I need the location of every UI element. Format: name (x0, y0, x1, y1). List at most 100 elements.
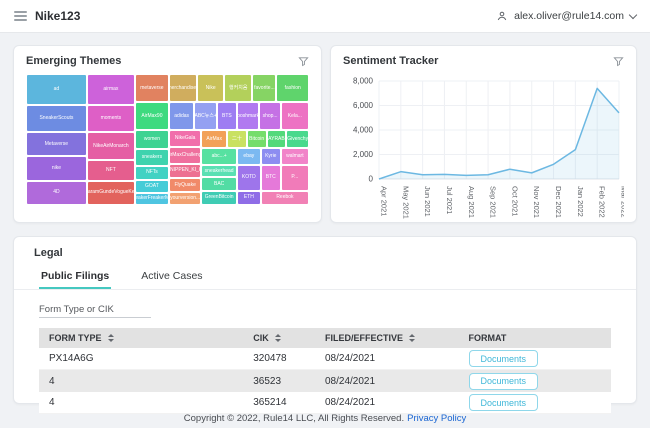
treemap-tile[interactable]: ebay (237, 148, 261, 165)
treemap-tile[interactable]: SneakerScouts (26, 105, 87, 132)
tab-public-filings[interactable]: Public Filings (39, 266, 111, 289)
cik-cell: 320478 (253, 353, 325, 364)
treemap-tile[interactable]: NFTs (135, 166, 169, 180)
emerging-themes-panel: Emerging Themes adSneakerScoutsMetaverse… (13, 45, 322, 223)
svg-text:Dec 2021: Dec 2021 (554, 186, 563, 218)
treemap-tile[interactable]: ABC뉴스+ (194, 102, 217, 130)
table-body: PX14A6G32047808/24/2021Documents43652308… (39, 348, 611, 414)
sentiment-tracker-panel: Sentiment Tracker 02,0004,0006,0008,000A… (330, 45, 637, 223)
column-header[interactable]: FILED/EFFECTIVE (325, 333, 469, 343)
treemap-tile[interactable]: sneakers (135, 149, 169, 166)
sentiment-chart-svg: 02,0004,0006,0008,000Apr 2021May 2021Jun… (343, 74, 624, 224)
treemap-tile[interactable]: favorite... (252, 74, 276, 102)
treemap-tile[interactable]: women (135, 130, 169, 148)
tab-active-cases[interactable]: Active Cases (139, 266, 204, 289)
cik-cell: 365214 (253, 397, 325, 408)
treemap-tile[interactable]: ad (26, 74, 87, 105)
treemap-tile[interactable]: 二十 (227, 130, 247, 148)
svg-text:8,000: 8,000 (353, 77, 374, 86)
documents-button[interactable]: Documents (469, 373, 539, 390)
filed-effective-cell: 08/24/2021 (325, 353, 469, 364)
treemap-tile[interactable]: Reebok (261, 191, 309, 205)
treemap-tile[interactable]: walmart (281, 148, 309, 165)
treemap-tile[interactable]: GOAT (135, 180, 169, 192)
brand-title: Nike123 (35, 9, 80, 23)
svg-text:6,000: 6,000 (353, 101, 374, 110)
treemap-tile[interactable]: nike (26, 156, 87, 181)
treemap-tile[interactable]: Kela... (281, 102, 309, 130)
filter-icon[interactable] (613, 56, 624, 67)
svg-text:Apr 2021: Apr 2021 (380, 186, 389, 216)
chevron-down-icon (629, 11, 637, 19)
treemap-tile[interactable]: sneakerhead (201, 165, 236, 177)
treemap-tile[interactable]: ETH (237, 191, 261, 205)
form-type-cik-input[interactable] (39, 302, 151, 318)
treemap-tile[interactable]: Givenchy (286, 130, 309, 148)
privacy-policy-link[interactable]: Privacy Policy (407, 413, 466, 424)
filed-effective-cell: 08/24/2021 (325, 376, 469, 387)
table-header-row: FORM TYPECIKFILED/EFFECTIVEFORMAT (39, 328, 611, 348)
svg-text:Feb 2022: Feb 2022 (598, 186, 607, 218)
treemap-tile[interactable]: NikeGala (169, 130, 202, 147)
treemap-tile[interactable]: 4D (26, 181, 87, 205)
form-type-cell: PX14A6G (49, 353, 253, 364)
svg-text:0: 0 (369, 175, 374, 184)
form-type-cell: 4 (49, 376, 253, 387)
treemap-tile[interactable]: P... (281, 165, 309, 191)
svg-text:2,000: 2,000 (353, 150, 374, 159)
treemap-tile[interactable]: metaverse (135, 74, 169, 102)
svg-text:Mar 2022: Mar 2022 (620, 186, 625, 218)
treemap-tile[interactable]: 행커치움 (224, 74, 252, 102)
column-header[interactable]: FORM TYPE (49, 333, 253, 343)
treemap-tile[interactable]: shop... (259, 102, 280, 130)
emerging-themes-title: Emerging Themes (26, 55, 121, 67)
treemap-tile[interactable]: airmax (87, 74, 135, 105)
svg-text:4,000: 4,000 (353, 126, 374, 135)
sort-icon (275, 334, 281, 342)
svg-text:Jan 2022: Jan 2022 (576, 186, 585, 217)
treemap-tile[interactable]: AirMax (201, 130, 226, 148)
treemap-tile[interactable]: Nike (197, 74, 224, 102)
svg-text:Sep 2021: Sep 2021 (489, 186, 498, 218)
treemap-tile[interactable]: SneakerFreakerMag (135, 193, 169, 205)
treemap-tile[interactable]: poshmark (237, 102, 260, 130)
treemap-tile[interactable]: KOTD (237, 165, 261, 191)
treemap-tile[interactable]: AYRAB (267, 130, 287, 148)
treemap-tile[interactable]: NikeAirMonarch (87, 132, 135, 160)
table-row: 43652308/24/2021Documents (39, 370, 611, 392)
treemap-tile[interactable]: BAC (201, 177, 236, 190)
treemap-tile[interactable]: moments (87, 105, 135, 132)
legal-tabs: Public Filings Active Cases (14, 266, 636, 290)
treemap-tile[interactable]: GreenBitcoin (201, 191, 236, 205)
sort-icon (108, 334, 114, 342)
svg-text:Jul 2021: Jul 2021 (445, 186, 454, 214)
treemap-tile[interactable]: merchandises (169, 74, 197, 102)
topbar: Nike123 alex.oliver@rule14.com (0, 0, 650, 33)
treemap-tile[interactable]: NFT (87, 160, 135, 180)
treemap-tile[interactable]: Kyrie (261, 148, 281, 165)
treemap-tile[interactable]: yourversion... (169, 192, 202, 205)
column-header[interactable]: CIK (253, 333, 325, 343)
treemap-tile[interactable]: KaramGundeVogueKen (87, 181, 135, 205)
themes-treemap: adSneakerScoutsMetaversenike4D airmaxmome… (26, 74, 309, 205)
user-icon (496, 10, 508, 22)
treemap-tile[interactable]: adidas (169, 102, 194, 130)
filings-table: FORM TYPECIKFILED/EFFECTIVEFORMAT PX14A6… (39, 328, 611, 414)
account-menu[interactable]: alex.oliver@rule14.com (496, 10, 636, 22)
svg-text:May 2021: May 2021 (401, 186, 410, 219)
treemap-tile[interactable]: SNIPPEN_KI_KI (169, 164, 202, 178)
table-row: PX14A6G32047808/24/2021Documents (39, 348, 611, 370)
hamburger-menu-icon[interactable] (14, 9, 27, 23)
treemap-tile[interactable]: AirMax90 (135, 102, 169, 130)
filter-icon[interactable] (298, 56, 309, 67)
treemap-tile[interactable]: BTS (217, 102, 237, 130)
treemap-tile[interactable]: fashion (276, 74, 309, 102)
treemap-tile[interactable]: AirMaxChallenge (169, 147, 202, 163)
treemap-tile[interactable]: abc...+ (201, 148, 236, 165)
documents-button[interactable]: Documents (469, 350, 539, 367)
treemap-tile[interactable]: BTC (261, 165, 281, 191)
treemap-tile[interactable]: Metaverse (26, 132, 87, 156)
documents-button[interactable]: Documents (469, 394, 539, 411)
treemap-tile[interactable]: Bitcoin (247, 130, 267, 148)
treemap-tile[interactable]: FlyQuake (169, 178, 202, 192)
